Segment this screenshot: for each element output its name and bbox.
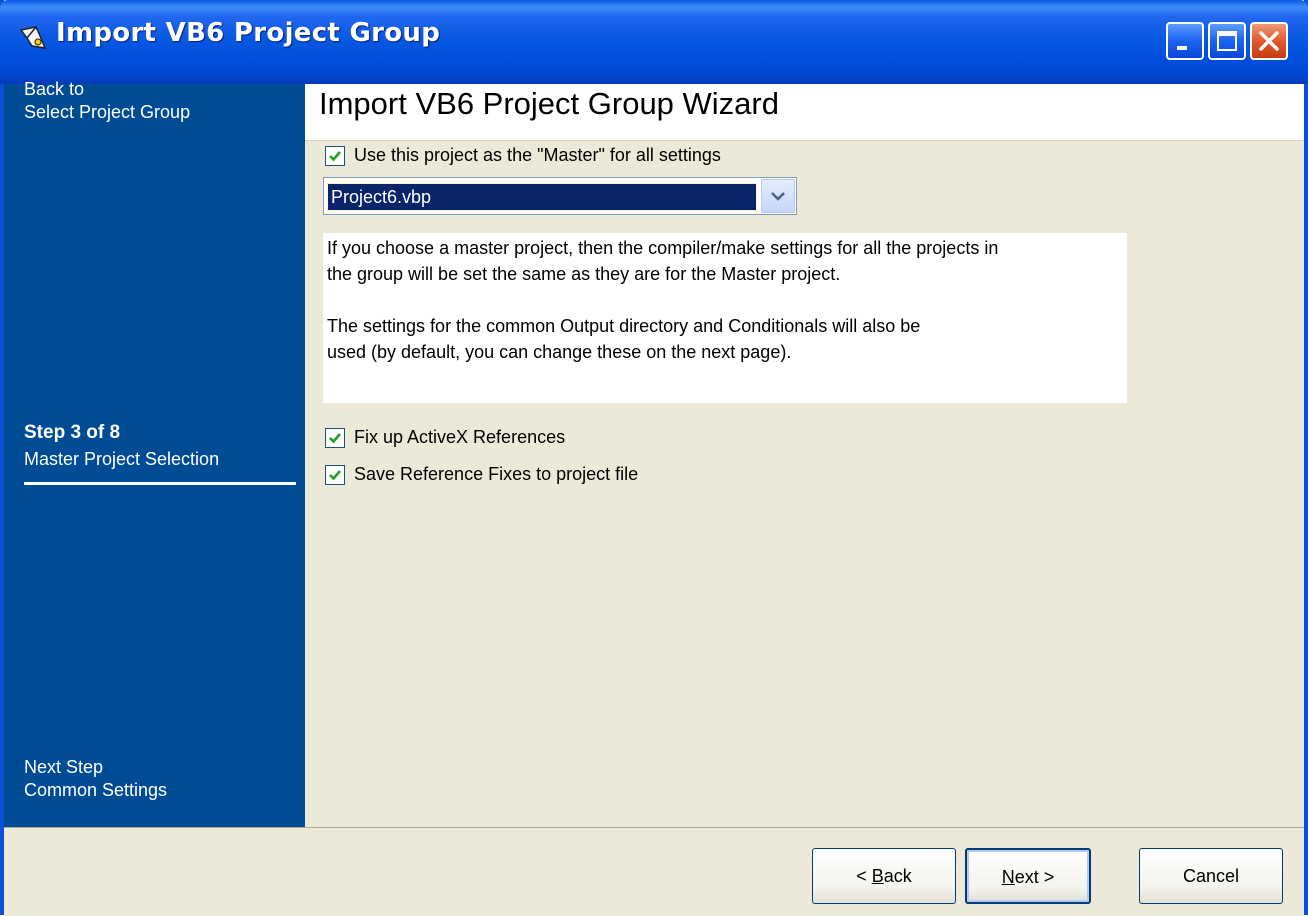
back-button-prefix: < — [856, 866, 872, 886]
fix-activex-label[interactable]: Fix up ActiveX References — [354, 427, 565, 448]
next-step-label: Next Step — [24, 757, 104, 777]
minimize-icon — [1177, 46, 1187, 50]
master-project-value: Project6.vbp — [327, 183, 757, 211]
next-button-accesskey: N — [1001, 867, 1015, 887]
info-line: the group will be set the same as they a… — [327, 264, 841, 284]
minimize-button[interactable] — [1166, 22, 1204, 60]
back-button-label: ack — [883, 866, 912, 886]
back-step-name: Select Project Group — [24, 102, 191, 122]
master-project-select[interactable]: Project6.vbp — [323, 177, 797, 215]
maximize-icon — [1217, 31, 1237, 51]
back-button-accesskey: B — [871, 866, 884, 886]
step-divider — [24, 482, 296, 485]
save-fixes-label[interactable]: Save Reference Fixes to project file — [354, 464, 638, 485]
use-master-checkbox[interactable] — [325, 146, 345, 166]
checkmark-icon — [329, 151, 341, 162]
wizard-sidebar: Back to Select Project Group Step 3 of 8… — [4, 79, 305, 827]
next-step-name: Common Settings — [24, 780, 168, 800]
cancel-button[interactable]: Cancel — [1139, 848, 1283, 904]
checkmark-icon — [329, 433, 341, 444]
fix-activex-checkbox[interactable] — [325, 428, 345, 448]
use-master-label[interactable]: Use this project as the "Master" for all… — [354, 145, 721, 166]
back-to-label: Back to — [24, 79, 85, 99]
next-step-link[interactable]: Next Step Common Settings — [24, 756, 167, 802]
vb6-import-app-icon — [18, 24, 48, 54]
wizard-footer: < Back Next > Cancel — [4, 827, 1304, 916]
back-button[interactable]: < Back — [812, 848, 956, 904]
master-info-text: If you choose a master project, then the… — [323, 233, 1127, 403]
info-line: The settings for the common Output direc… — [327, 316, 921, 336]
maximize-button[interactable] — [1208, 22, 1246, 60]
current-step-name: Master Project Selection — [24, 449, 220, 469]
next-button-label: ext > — [1014, 867, 1055, 887]
dropdown-button[interactable] — [761, 179, 795, 213]
info-line: used (by default, you can change these o… — [327, 342, 792, 362]
wizard-header: Import VB6 Project Group Wizard — [305, 84, 1304, 141]
title-bar[interactable]: Import VB6 Project Group — [0, 0, 1308, 84]
info-blank-line — [327, 287, 1123, 313]
checkmark-icon — [329, 470, 341, 481]
chevron-down-icon — [771, 192, 785, 201]
wizard-window: Import VB6 Project Group Back to Select … — [0, 0, 1308, 916]
page-title: Import VB6 Project Group Wizard — [319, 86, 779, 121]
close-icon — [1259, 31, 1279, 51]
back-to-step-link[interactable]: Back to Select Project Group — [24, 78, 190, 124]
current-step-number: Step 3 of 8 — [24, 422, 121, 443]
next-button[interactable]: Next > — [965, 848, 1091, 904]
window-title: Import VB6 Project Group — [56, 18, 441, 48]
close-button[interactable] — [1250, 22, 1288, 60]
info-line: If you choose a master project, then the… — [327, 238, 999, 258]
save-fixes-checkbox[interactable] — [325, 465, 345, 485]
